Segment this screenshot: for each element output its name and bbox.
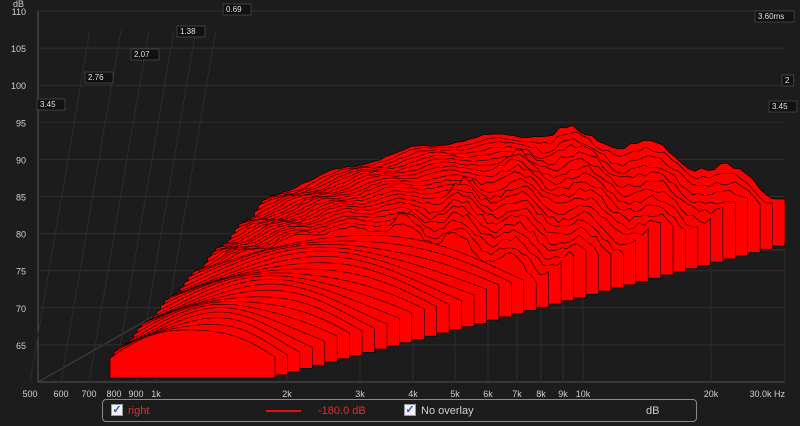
time-label: 0.69 (226, 5, 242, 14)
x-tick-label: 7k (512, 389, 522, 398)
time-label: 3.60ms (758, 12, 784, 21)
y-tick-label: 100 (11, 81, 26, 91)
y-tick-label: 70 (16, 304, 26, 314)
x-gridline (29, 29, 91, 383)
legend-bar: ✓ right -180.0 dB ✓ No overlay dB (102, 399, 697, 422)
time-label: 1.38 (180, 27, 196, 36)
y-tick-label: 65 (16, 341, 26, 351)
y-tick-label: 85 (16, 193, 26, 203)
x-tick-label: 9k (558, 389, 568, 398)
series-line-sample (266, 410, 301, 412)
x-tick-label: 10k (576, 389, 591, 398)
y-tick-label: 90 (16, 155, 26, 165)
time-label: 2 (785, 76, 790, 85)
x-tick-label: 800 (106, 389, 121, 398)
y-axis-label: dB (13, 0, 24, 9)
x-tick-label: 4k (408, 389, 418, 398)
x-tick-label: 8k (536, 389, 546, 398)
right-checkbox[interactable]: ✓ (111, 404, 123, 416)
time-label: 3.45 (772, 102, 788, 111)
overlay-label: No overlay (421, 405, 474, 417)
time-label: 3.45 (40, 100, 56, 109)
x-tick-label: 2k (282, 389, 292, 398)
unit-label: dB (646, 405, 660, 417)
x-tick-label: 700 (81, 389, 96, 398)
level-readout: -180.0 dB (318, 405, 366, 417)
y-tick-label: 105 (11, 44, 26, 54)
x-tick-label: 5k (450, 389, 460, 398)
time-label: 2.76 (88, 73, 104, 82)
y-tick-label: 80 (16, 230, 26, 240)
waterfall-chart: 65 70 75 80 85 90 95 100 105 110 dB 500 600 700 800 900… (0, 0, 800, 426)
time-label: 2.07 (134, 50, 150, 59)
y-tick-label: 75 (16, 267, 26, 277)
x-tick-label: 600 (53, 389, 68, 398)
overlay-checkbox[interactable]: ✓ (404, 404, 416, 416)
x-tick-label: 500 (22, 389, 37, 398)
x-tick-label: 6k (483, 389, 493, 398)
x-tick-label: 1k (151, 389, 161, 398)
x-tick-label: 30.0k Hz (749, 389, 785, 398)
plot-area: 65707580859095100105110dB500 600 700 800 900… (11, 0, 798, 398)
x-tick-label: 20k (704, 389, 719, 398)
series-label: right (128, 405, 150, 417)
x-tick-label: 900 (128, 389, 143, 398)
y-tick-label: 95 (16, 118, 26, 128)
x-tick-label: 3k (355, 389, 365, 398)
